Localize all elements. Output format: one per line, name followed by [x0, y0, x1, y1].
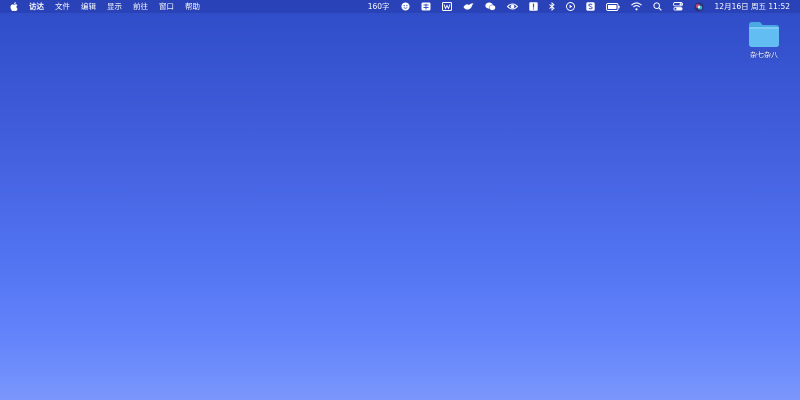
s-app-icon[interactable] — [585, 2, 595, 11]
menu-window[interactable]: 窗口 — [159, 0, 174, 13]
menu-view[interactable]: 显示 — [107, 0, 122, 13]
menu-bar: 访达 文件 编辑 显示 前往 窗口 帮助 160字 12月16日 周五 11:5… — [0, 0, 800, 13]
exclamation-icon[interactable] — [528, 2, 538, 11]
folder-label: 杂七杂八 — [750, 51, 778, 59]
search-icon[interactable] — [652, 2, 662, 11]
menu-app-finder[interactable]: 访达 — [29, 0, 44, 13]
bird-icon[interactable] — [463, 2, 474, 11]
menu-edit[interactable]: 编辑 — [81, 0, 96, 13]
wechat-icon[interactable] — [484, 2, 496, 11]
menu-help[interactable]: 帮助 — [185, 0, 200, 13]
menu-go[interactable]: 前往 — [133, 0, 148, 13]
apple-menu-icon[interactable] — [10, 2, 18, 11]
menu-file[interactable]: 文件 — [55, 0, 70, 13]
smiley-icon[interactable] — [400, 2, 410, 11]
battery-icon[interactable] — [605, 2, 620, 11]
input-method-icon[interactable] — [421, 2, 431, 11]
wps-icon[interactable] — [441, 2, 452, 11]
siri-icon[interactable] — [694, 2, 704, 12]
eye-icon[interactable] — [506, 2, 518, 11]
play-icon[interactable] — [565, 2, 575, 11]
folder-icon[interactable] — [741, 20, 787, 48]
control-center-icon[interactable] — [672, 2, 683, 11]
word-count-indicator[interactable]: 160字 — [368, 0, 390, 13]
bluetooth-icon[interactable] — [548, 2, 555, 11]
wifi-icon[interactable] — [630, 2, 642, 11]
menu-bar-left: 访达 文件 编辑 显示 前往 窗口 帮助 — [0, 0, 211, 13]
menu-clock[interactable]: 12月16日 周五 11:52 — [715, 0, 790, 13]
menu-bar-status-area: 160字 12月16日 周五 11:52 — [357, 0, 800, 13]
desktop-folder-item[interactable]: 杂七杂八 — [741, 20, 787, 60]
